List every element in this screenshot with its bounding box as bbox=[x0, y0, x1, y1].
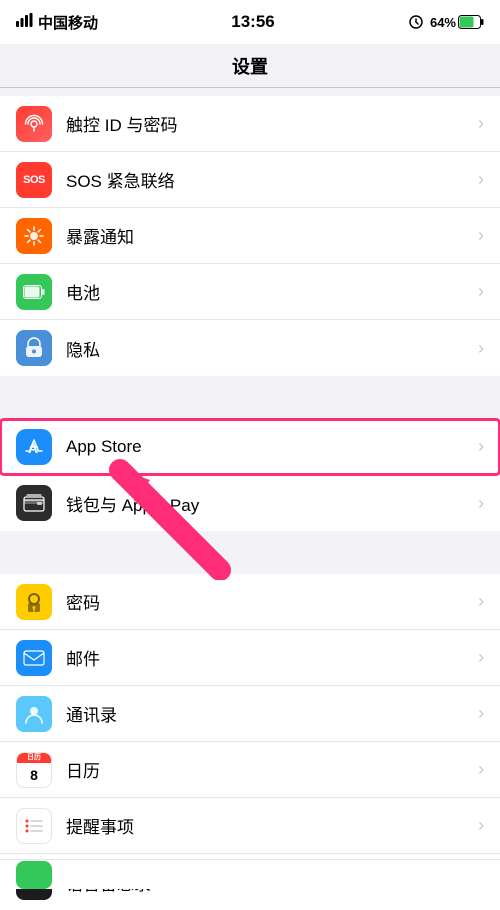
reminders-icon bbox=[16, 808, 52, 844]
battery-label: 电池 bbox=[66, 279, 478, 304]
wallet-chevron: › bbox=[478, 493, 484, 514]
exposure-icon bbox=[16, 218, 52, 254]
calendar-row[interactable]: 日历 8 日历 › bbox=[0, 742, 500, 798]
contacts-label: 通讯录 bbox=[66, 701, 478, 726]
reminders-row[interactable]: 提醒事项 › bbox=[0, 798, 500, 854]
wallet-row[interactable]: 钱包与 Apple Pay › bbox=[0, 475, 500, 531]
battery-chevron: › bbox=[478, 281, 484, 302]
status-bar: 中国移动 13:56 64% bbox=[0, 0, 500, 44]
mail-icon bbox=[16, 640, 52, 676]
battery-row[interactable]: 电池 › bbox=[0, 264, 500, 320]
alarm-icon bbox=[408, 13, 424, 32]
contacts-icon bbox=[16, 696, 52, 732]
touch-id-label: 触控 ID 与密码 bbox=[66, 111, 478, 136]
battery-icon: 64% bbox=[430, 15, 484, 30]
sos-icon: SOS bbox=[16, 162, 52, 198]
status-carrier: 中国移动 bbox=[16, 12, 98, 33]
navigation-bar: 设置 bbox=[0, 44, 500, 88]
wallet-icon bbox=[16, 485, 52, 521]
sos-label: SOS 紧急联络 bbox=[66, 167, 478, 192]
settings-section-2: A App Store › 钱包与 Apple Pay › bbox=[0, 419, 500, 531]
status-time: 13:56 bbox=[231, 12, 274, 32]
appstore-icon: A bbox=[16, 429, 52, 465]
mail-row[interactable]: 邮件 › bbox=[0, 630, 500, 686]
privacy-chevron: › bbox=[478, 338, 484, 359]
privacy-row[interactable]: 隐私 › bbox=[0, 320, 500, 376]
exposure-row[interactable]: 暴露通知 › bbox=[0, 208, 500, 264]
calendar-label: 日历 bbox=[66, 757, 478, 782]
battery-settings-icon bbox=[16, 274, 52, 310]
exposure-label: 暴露通知 bbox=[66, 223, 478, 248]
mail-chevron: › bbox=[478, 647, 484, 668]
battery-percentage: 64% bbox=[430, 15, 456, 30]
page-title: 设置 bbox=[232, 53, 268, 79]
appstore-label: App Store bbox=[66, 437, 478, 457]
touch-id-chevron: › bbox=[478, 113, 484, 134]
exposure-chevron: › bbox=[478, 225, 484, 246]
passwords-chevron: › bbox=[478, 591, 484, 612]
signal-bars bbox=[16, 13, 34, 31]
touch-id-icon bbox=[16, 106, 52, 142]
passwords-label: 密码 bbox=[66, 589, 478, 614]
section-gap-2 bbox=[0, 531, 500, 566]
calendar-icon: 日历 8 bbox=[16, 752, 52, 788]
contacts-chevron: › bbox=[478, 703, 484, 724]
privacy-label: 隐私 bbox=[66, 336, 478, 361]
wallet-label: 钱包与 Apple Pay bbox=[66, 491, 478, 516]
reminders-chevron: › bbox=[478, 815, 484, 836]
settings-section-1: 触控 ID 与密码 › SOS SOS 紧急联络 › 暴露通知 › bbox=[0, 96, 500, 376]
mail-label: 邮件 bbox=[66, 645, 478, 670]
appstore-chevron: › bbox=[478, 436, 484, 457]
sos-row[interactable]: SOS SOS 紧急联络 › bbox=[0, 152, 500, 208]
sos-chevron: › bbox=[478, 169, 484, 190]
touch-id-row[interactable]: 触控 ID 与密码 › bbox=[0, 96, 500, 152]
appstore-row[interactable]: A App Store › bbox=[0, 419, 500, 475]
section-gap-1 bbox=[0, 376, 500, 411]
status-icons: 64% bbox=[408, 13, 484, 32]
contacts-row[interactable]: 通讯录 › bbox=[0, 686, 500, 742]
privacy-icon bbox=[16, 330, 52, 366]
sos-icon-text: SOS bbox=[23, 174, 45, 186]
reminders-label: 提醒事项 bbox=[66, 813, 478, 838]
passwords-row[interactable]: 密码 › bbox=[0, 574, 500, 630]
carrier-name: 中国移动 bbox=[38, 12, 98, 33]
passwords-icon bbox=[16, 584, 52, 620]
calendar-chevron: › bbox=[478, 759, 484, 780]
next-row-partial bbox=[0, 859, 500, 889]
next-icon-partial bbox=[16, 860, 52, 890]
